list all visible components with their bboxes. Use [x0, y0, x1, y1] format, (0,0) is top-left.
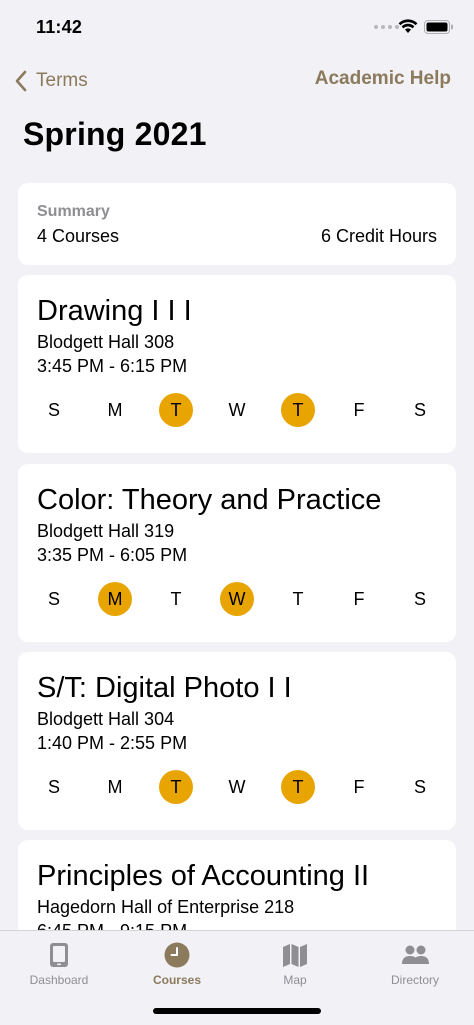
- tab-courses[interactable]: Courses: [118, 931, 236, 993]
- tab-directory[interactable]: Directory: [356, 931, 474, 993]
- home-indicator[interactable]: [153, 1008, 321, 1014]
- course-location: Blodgett Hall 308: [37, 332, 175, 352]
- course-card[interactable]: Color: Theory and Practice Blodgett Hall…: [18, 464, 456, 642]
- day-saturday: S: [413, 776, 426, 797]
- clock-icon: [164, 942, 190, 968]
- course-location: Blodgett Hall 319: [37, 521, 175, 541]
- day-thursday: T: [281, 770, 315, 804]
- day-wednesday: W: [228, 776, 246, 797]
- meeting-days: S M T W T F S: [18, 582, 456, 616]
- day-sunday: S: [47, 776, 60, 797]
- status-bar: 11:42: [0, 0, 474, 56]
- course-time: 1:40 PM - 2:55 PM: [37, 733, 188, 753]
- day-tuesday: T: [170, 588, 182, 609]
- chevron-left-icon: [15, 70, 27, 92]
- day-tuesday: T: [159, 770, 193, 804]
- status-time: 11:42: [36, 17, 83, 37]
- people-icon: [402, 945, 429, 964]
- day-wednesday: W: [220, 582, 254, 616]
- course-time: 3:35 PM - 6:05 PM: [37, 545, 188, 565]
- cellular-signal-icon: [374, 25, 399, 29]
- screen: 11:42 Terms Academic Help Spring 2021 Su…: [0, 0, 474, 1025]
- academic-help-button[interactable]: Academic Help: [315, 68, 451, 90]
- day-thursday: T: [281, 393, 315, 427]
- day-wednesday: W: [228, 399, 246, 420]
- course-location: Blodgett Hall 304: [37, 709, 175, 729]
- course-location: Hagedorn Hall of Enterprise 218: [37, 897, 295, 917]
- day-monday: M: [107, 776, 123, 797]
- day-sunday: S: [47, 399, 60, 420]
- course-card[interactable]: Drawing I I I Blodgett Hall 308 3:45 PM …: [18, 275, 456, 453]
- course-title: Color: Theory and Practice: [37, 484, 382, 516]
- back-button-label: Terms: [36, 70, 88, 91]
- day-monday: M: [98, 582, 132, 616]
- page-title: Spring 2021: [23, 116, 207, 152]
- summary-course-count: 4 Courses: [37, 226, 120, 246]
- day-friday: F: [353, 776, 365, 797]
- wifi-icon: [398, 19, 418, 33]
- summary-card: Summary 4 Courses 6 Credit Hours: [18, 183, 456, 265]
- day-saturday: S: [413, 588, 426, 609]
- day-friday: F: [353, 588, 365, 609]
- tab-dashboard[interactable]: Dashboard: [0, 931, 118, 993]
- tab-label: Courses: [152, 973, 202, 987]
- back-button[interactable]: Terms: [14, 66, 88, 96]
- course-card[interactable]: S/T: Digital Photo I I Blodgett Hall 304…: [18, 652, 456, 830]
- dashboard-icon: [50, 943, 68, 967]
- meeting-days: S M T W T F S: [18, 770, 456, 804]
- course-title: Drawing I I I: [37, 295, 192, 327]
- tab-map[interactable]: Map: [236, 931, 354, 993]
- meeting-days: S M T W T F S: [18, 393, 456, 427]
- battery-icon: [424, 20, 453, 34]
- course-title: S/T: Digital Photo I I: [37, 672, 292, 704]
- tab-label: Dashboard: [29, 973, 89, 987]
- summary-label: Summary: [37, 203, 110, 220]
- day-tuesday: T: [159, 393, 193, 427]
- day-monday: M: [107, 399, 123, 420]
- course-title: Principles of Accounting II: [37, 860, 370, 892]
- summary-credit-hours: 6 Credit Hours: [320, 226, 437, 246]
- day-thursday: T: [292, 588, 304, 609]
- day-friday: F: [353, 399, 365, 420]
- tab-label: Map: [283, 973, 307, 987]
- map-icon: [283, 944, 307, 967]
- day-saturday: S: [413, 399, 426, 420]
- tab-label: Directory: [390, 973, 439, 987]
- day-sunday: S: [47, 588, 60, 609]
- course-time: 3:45 PM - 6:15 PM: [37, 356, 188, 376]
